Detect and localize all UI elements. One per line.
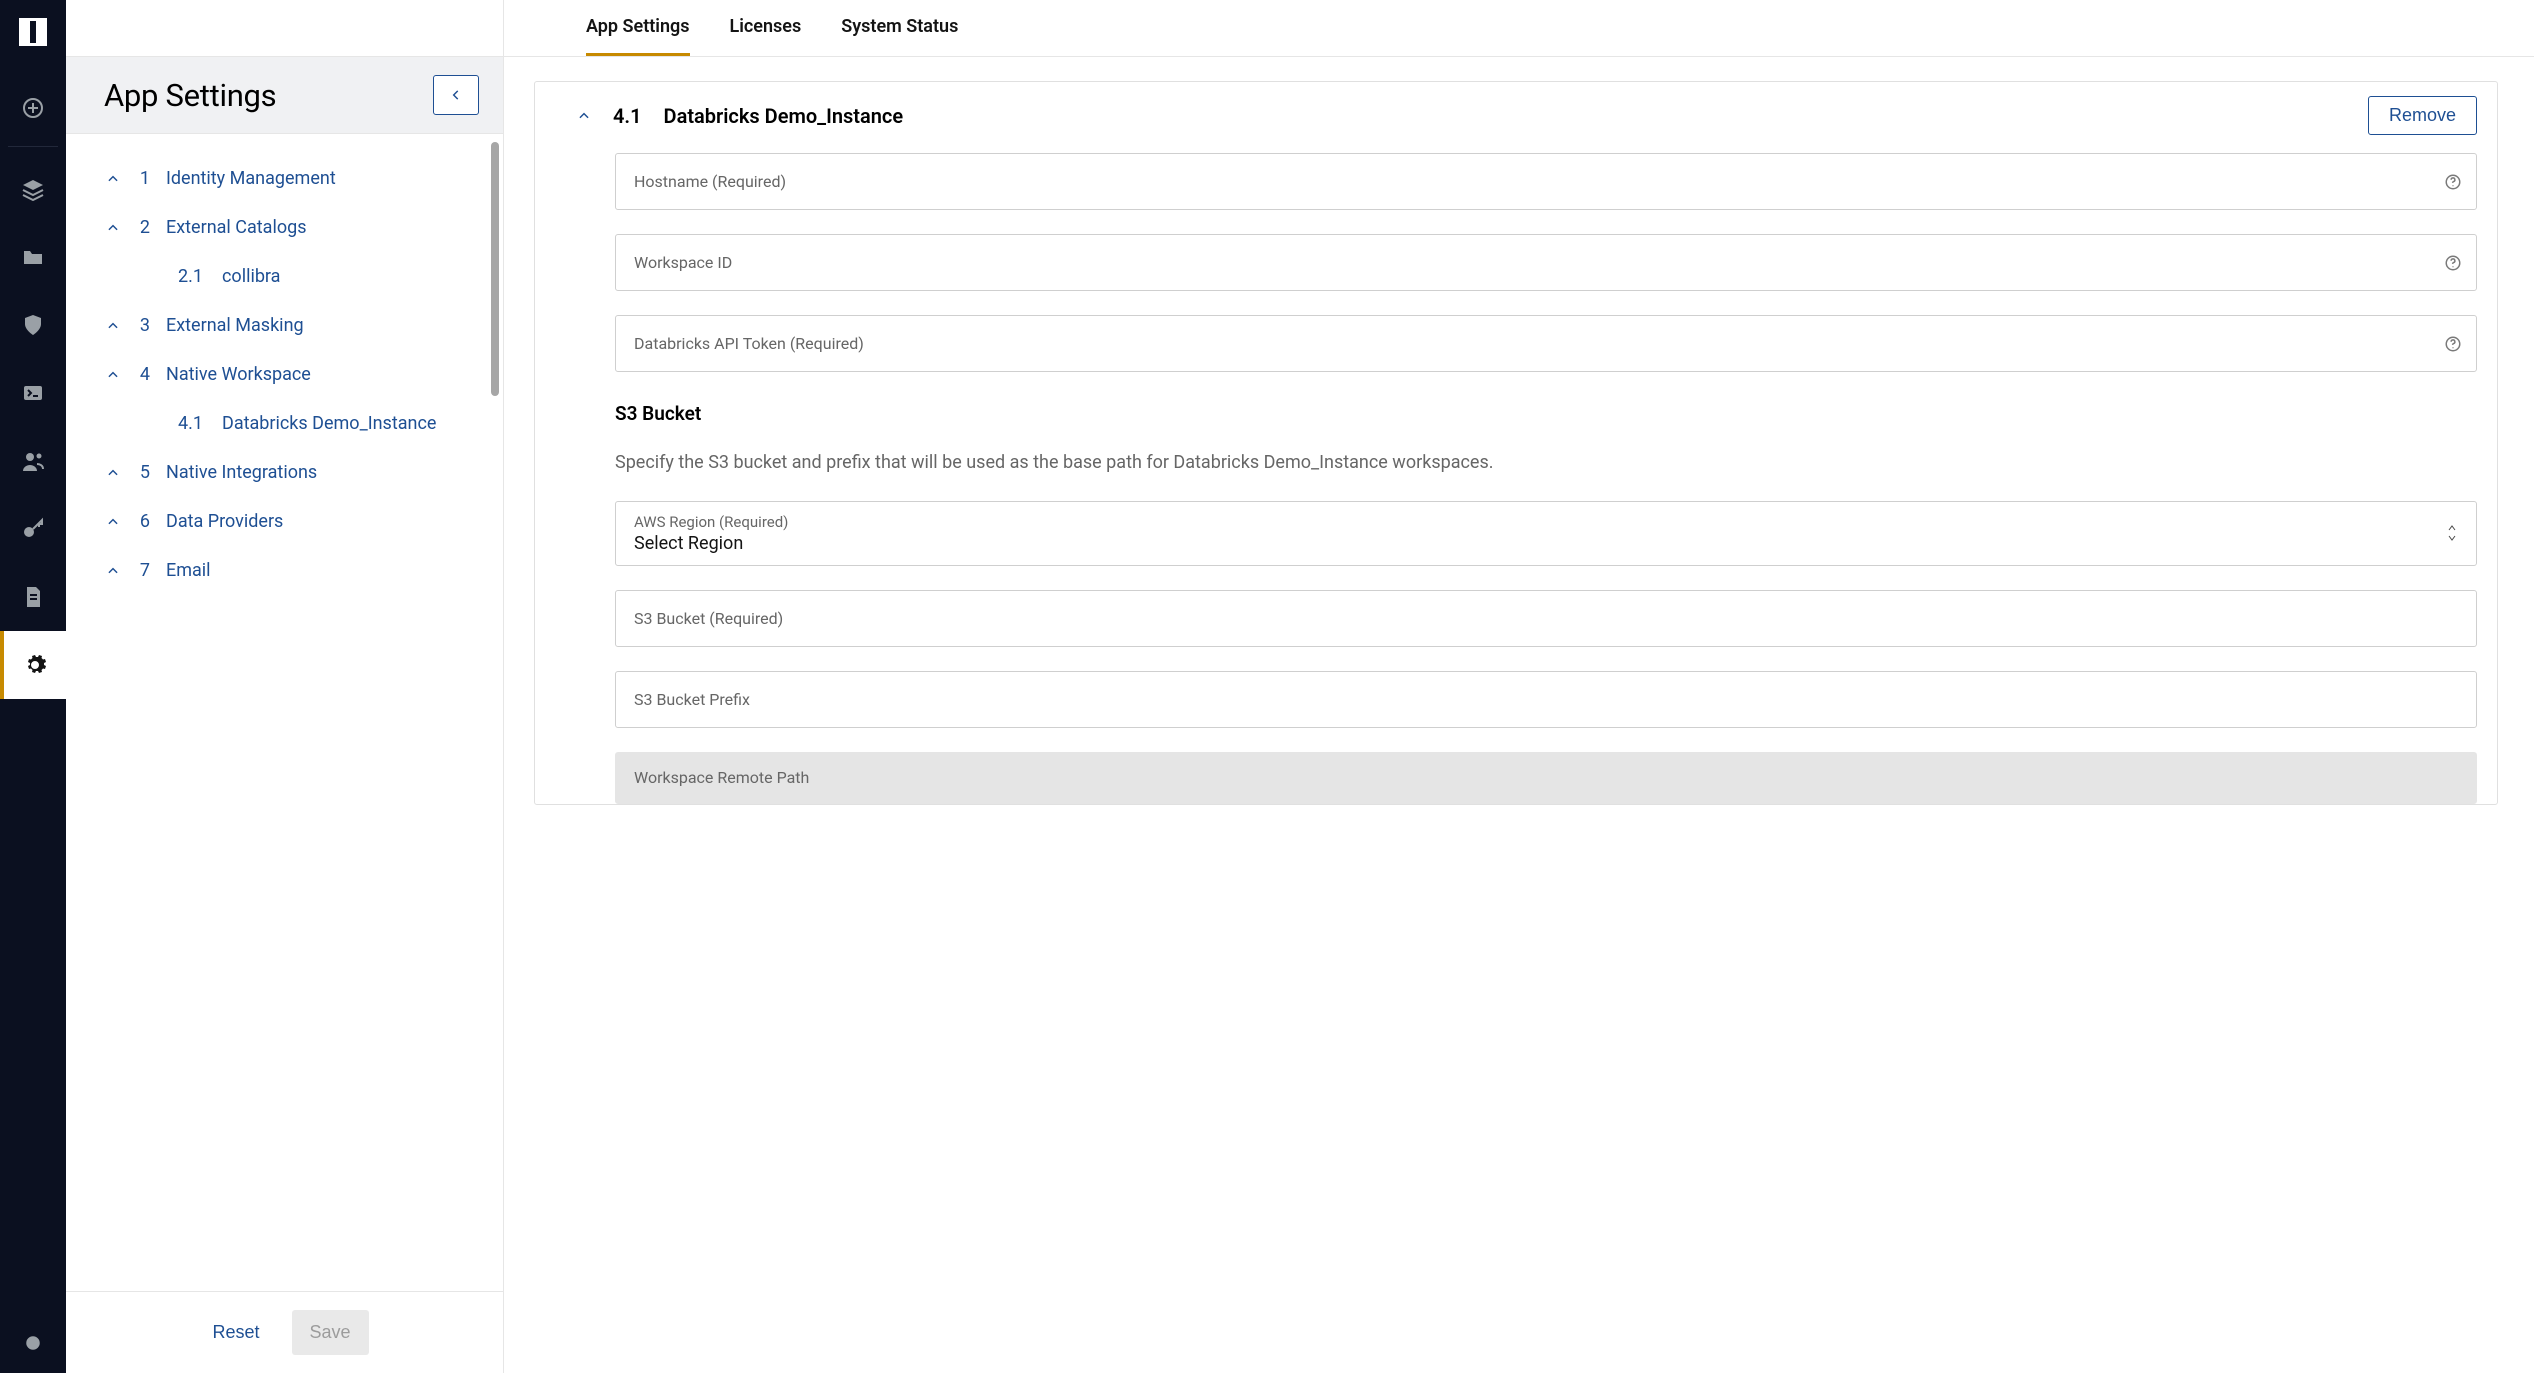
select-arrows-icon: [2446, 524, 2458, 542]
toc-label: External Masking: [166, 315, 304, 336]
users-icon: [21, 449, 45, 473]
s3-bucket-field[interactable]: S3 Bucket (Required): [615, 590, 2477, 647]
workspace-id-field[interactable]: Workspace ID: [615, 234, 2477, 291]
s3-heading: S3 Bucket: [615, 402, 2477, 425]
chevron-up-icon: [106, 564, 120, 578]
nav-layers[interactable]: [0, 155, 66, 223]
field-label: Workspace ID: [634, 253, 732, 272]
toc-sublabel: Databricks Demo_Instance: [222, 413, 436, 434]
workspace-remote-path-field: Workspace Remote Path: [615, 752, 2477, 804]
toc-subitem-collibra[interactable]: 2.1 collibra: [86, 252, 487, 301]
toc-label: Native Integrations: [166, 462, 317, 483]
field-value: Select Region: [634, 533, 2430, 554]
toc-subnum: 2.1: [178, 266, 204, 287]
toc-label: Email: [166, 560, 211, 581]
chevron-up-icon: [106, 515, 120, 529]
folder-icon: [21, 245, 45, 269]
nav-key[interactable]: [0, 495, 66, 563]
toc-item-external-masking[interactable]: 3 External Masking: [86, 301, 487, 350]
field-label: S3 Bucket Prefix: [634, 690, 750, 709]
toc-item-native-integrations[interactable]: 5 Native Integrations: [86, 448, 487, 497]
toc-label: Identity Management: [166, 168, 336, 189]
help-icon[interactable]: [2444, 335, 2462, 353]
help-icon[interactable]: [2444, 173, 2462, 191]
shield-icon: [21, 313, 45, 337]
aws-region-select[interactable]: AWS Region (Required) Select Region: [615, 501, 2477, 566]
toc-item-identity-management[interactable]: 1 Identity Management: [86, 154, 487, 203]
s3-description: Specify the S3 bucket and prefix that wi…: [615, 449, 2477, 477]
toc-subnum: 4.1: [178, 413, 204, 434]
app-logo: [19, 18, 47, 46]
chevron-up-icon: [106, 319, 120, 333]
chevron-up-icon: [106, 221, 120, 235]
nav-terminal[interactable]: [0, 359, 66, 427]
chevron-up-icon: [106, 368, 120, 382]
tab-app-settings[interactable]: App Settings: [586, 0, 690, 56]
arrow-right-circle-icon: [24, 1334, 42, 1352]
toc-label: Data Providers: [166, 511, 283, 532]
toc-item-native-workspace[interactable]: 4 Native Workspace: [86, 350, 487, 399]
nav-add[interactable]: [0, 74, 66, 142]
field-label: AWS Region (Required): [634, 513, 2430, 531]
nav-rail: [0, 0, 66, 1373]
chevron-left-icon: [449, 88, 463, 102]
workspace-card: 4.1 Databricks Demo_Instance Remove Host…: [534, 81, 2498, 805]
field-label: S3 Bucket (Required): [634, 609, 783, 628]
add-icon: [21, 96, 45, 120]
toc-num: 4: [136, 364, 150, 385]
sidebar-spacer: [66, 0, 503, 57]
toc-num: 7: [136, 560, 150, 581]
rail-separator: [8, 146, 58, 147]
sidebar-title: App Settings: [104, 77, 276, 114]
toc-num: 6: [136, 511, 150, 532]
toc-num: 3: [136, 315, 150, 336]
field-label: Workspace Remote Path: [634, 768, 809, 787]
layers-icon: [21, 177, 45, 201]
nav-users[interactable]: [0, 427, 66, 495]
key-icon: [21, 517, 45, 541]
scrollbar-thumb[interactable]: [491, 142, 499, 396]
toc-item-email[interactable]: 7 Email: [86, 546, 487, 595]
toc-subitem-databricks-demo-instance[interactable]: 4.1 Databricks Demo_Instance: [86, 399, 487, 448]
hostname-field[interactable]: Hostname (Required): [615, 153, 2477, 210]
nav-expand[interactable]: [0, 1313, 66, 1373]
file-icon: [21, 585, 45, 609]
reset-button[interactable]: Reset: [200, 1312, 271, 1353]
toc-num: 1: [136, 168, 150, 189]
tab-licenses[interactable]: Licenses: [730, 0, 802, 56]
tab-system-status[interactable]: System Status: [841, 0, 958, 56]
tabs: App Settings Licenses System Status: [504, 0, 2534, 57]
card-title: Databricks Demo_Instance: [664, 104, 904, 128]
save-button[interactable]: Save: [292, 1310, 369, 1355]
api-token-field[interactable]: Databricks API Token (Required): [615, 315, 2477, 372]
chevron-up-icon[interactable]: [577, 109, 591, 123]
toc-sublabel: collibra: [222, 266, 280, 287]
gear-icon: [23, 653, 47, 677]
toc-num: 5: [136, 462, 150, 483]
settings-sidebar: App Settings 1 Identity Management 2 Ext…: [66, 0, 504, 1373]
field-label: Databricks API Token (Required): [634, 334, 864, 353]
collapse-sidebar-button[interactable]: [433, 75, 479, 115]
nav-folder[interactable]: [0, 223, 66, 291]
toc-num: 2: [136, 217, 150, 238]
chevron-up-icon: [106, 172, 120, 186]
main-panel: App Settings Licenses System Status 4.1 …: [504, 0, 2534, 1373]
terminal-icon: [21, 381, 45, 405]
nav-settings[interactable]: [0, 631, 66, 699]
toc-item-external-catalogs[interactable]: 2 External Catalogs: [86, 203, 487, 252]
toc-item-data-providers[interactable]: 6 Data Providers: [86, 497, 487, 546]
card-index: 4.1: [613, 104, 642, 128]
help-icon[interactable]: [2444, 254, 2462, 272]
nav-shield[interactable]: [0, 291, 66, 359]
chevron-up-icon: [106, 466, 120, 480]
toc-label: External Catalogs: [166, 217, 307, 238]
s3-bucket-prefix-field[interactable]: S3 Bucket Prefix: [615, 671, 2477, 728]
field-label: Hostname (Required): [634, 172, 786, 191]
nav-file[interactable]: [0, 563, 66, 631]
remove-button[interactable]: Remove: [2368, 96, 2477, 135]
toc-label: Native Workspace: [166, 364, 311, 385]
